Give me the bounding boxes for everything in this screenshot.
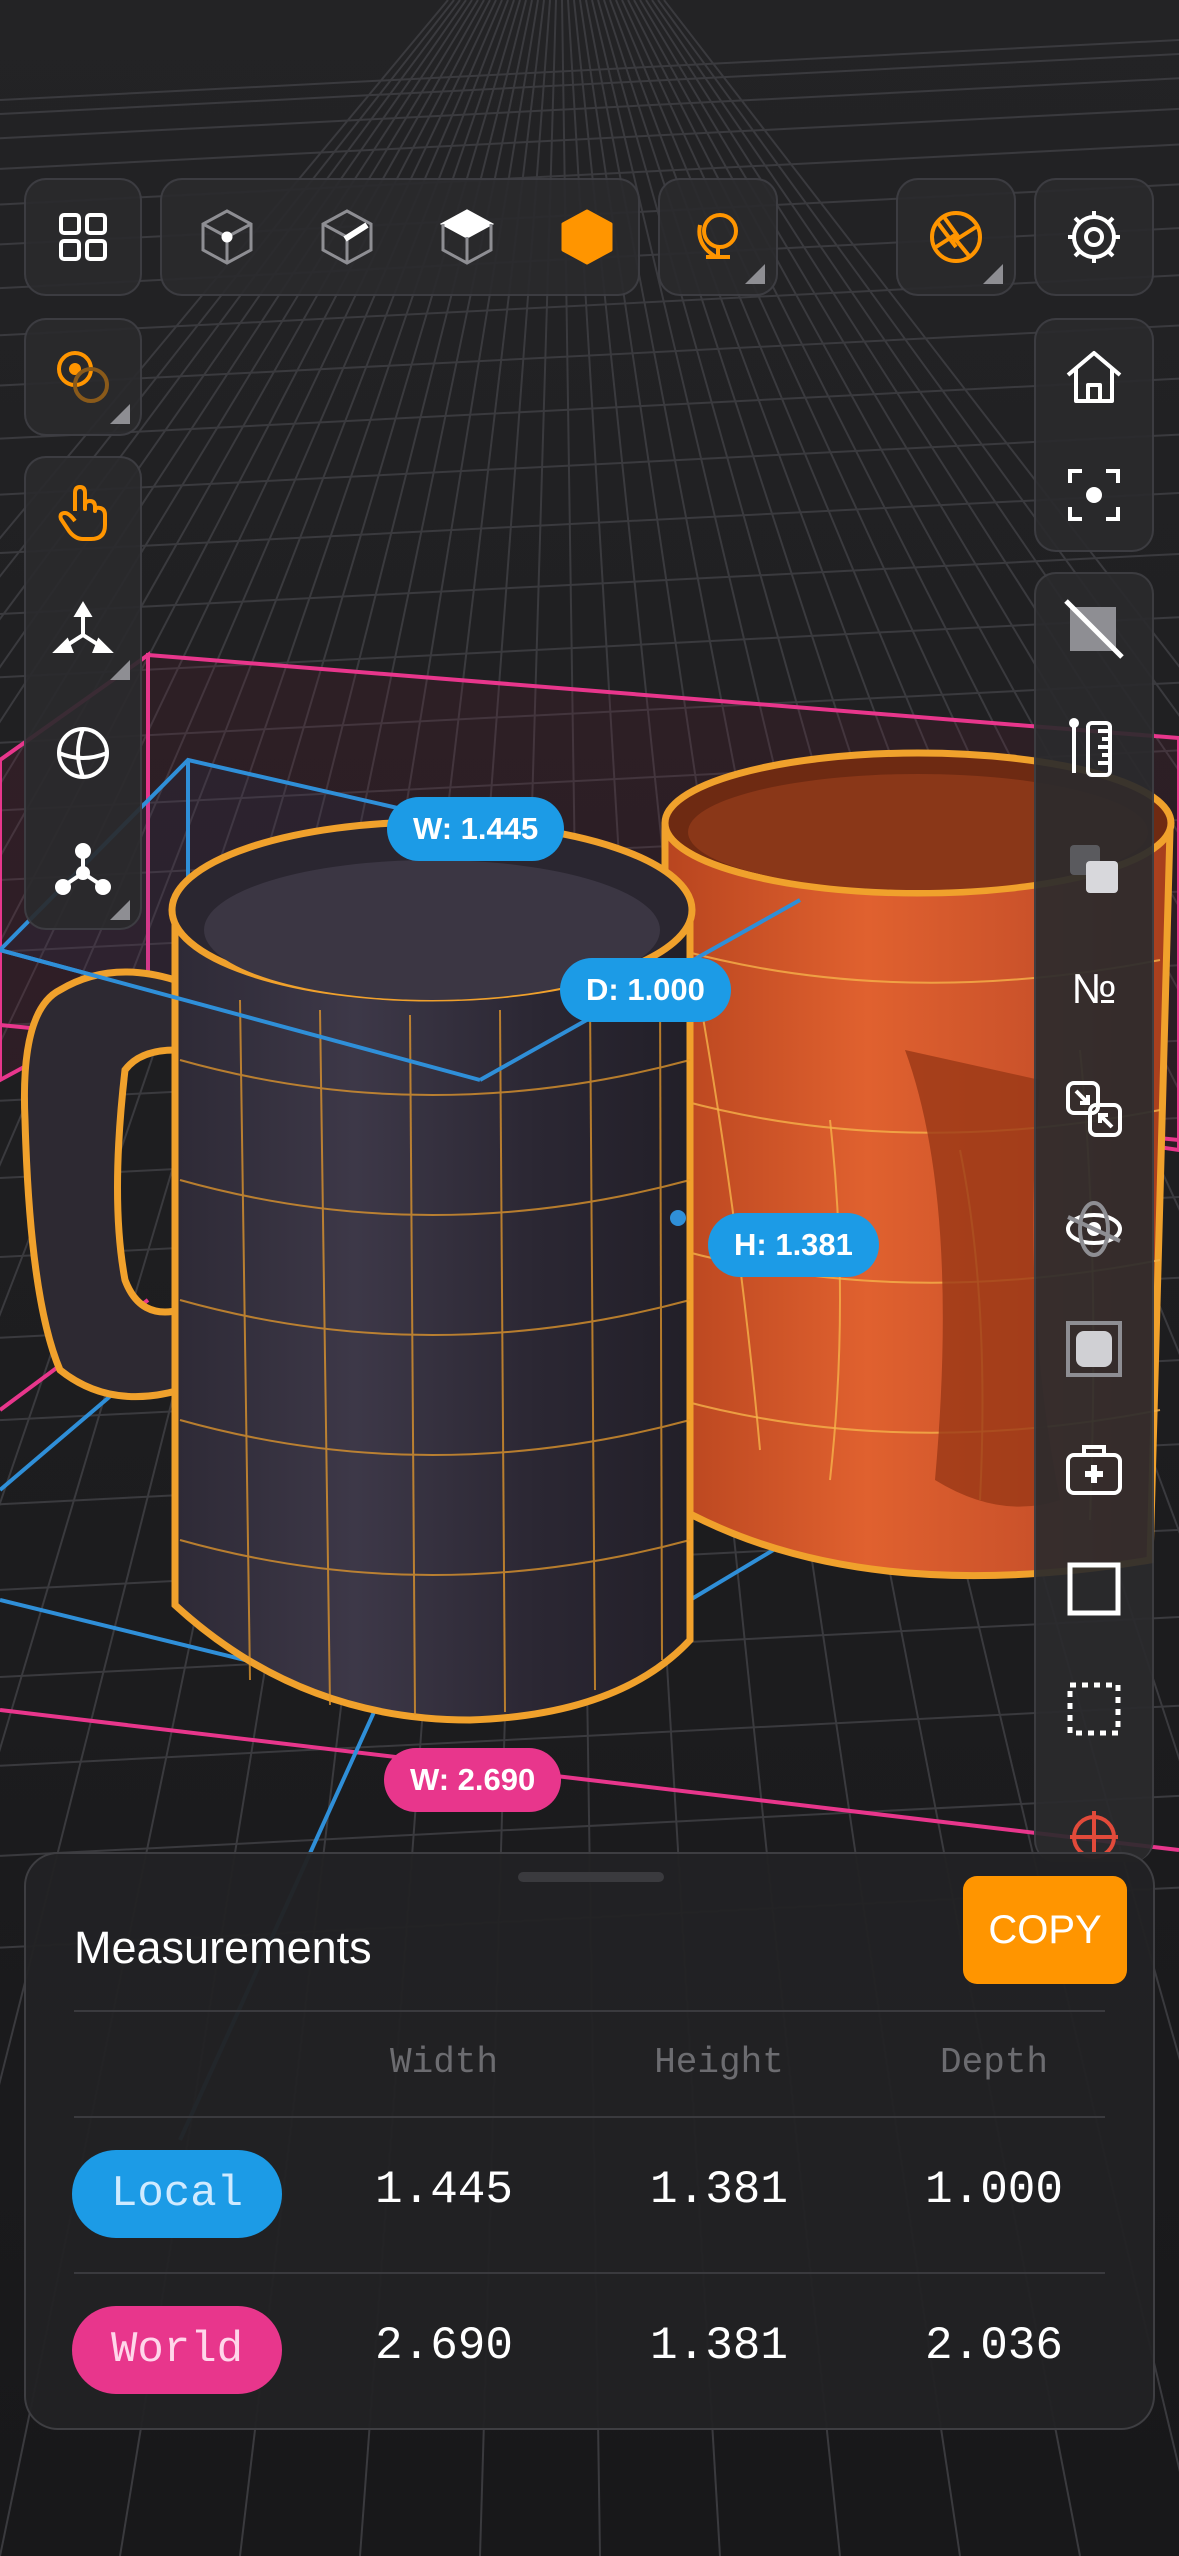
- local-depth-label: D: 1.000: [560, 958, 731, 1022]
- vertex-mode-button[interactable]: [172, 182, 282, 292]
- box-select-button[interactable]: [1039, 1534, 1149, 1644]
- toolbox-button[interactable]: [1039, 1414, 1149, 1524]
- edge-mode-button[interactable]: [292, 182, 402, 292]
- home-icon: [1066, 351, 1122, 403]
- grid-menu-button[interactable]: [28, 182, 138, 292]
- dotted-select-icon: [1067, 1682, 1121, 1736]
- duplicate-icon: [1070, 845, 1118, 893]
- submenu-indicator: [110, 900, 130, 920]
- face-mode-icon: [439, 209, 495, 265]
- grid-menu-panel: [24, 178, 142, 296]
- orbit-panel: [658, 178, 778, 296]
- edge-mode-icon: [321, 209, 373, 265]
- scale-arrows-button[interactable]: [1039, 1054, 1149, 1164]
- column-header-depth: Depth: [939, 2042, 1049, 2083]
- scale-arrows-icon: [1066, 1081, 1122, 1137]
- orbit-pivot-icon: [697, 213, 738, 259]
- svg-text:№: №: [1071, 965, 1116, 1012]
- move-gizmo-icon: [52, 601, 114, 653]
- face-mode-button[interactable]: [412, 182, 522, 292]
- divider: [74, 2010, 1105, 2012]
- local-width-value: 1.445: [374, 2164, 514, 2216]
- transform-gizmo-button[interactable]: [28, 818, 138, 928]
- local-height-label: H: 1.381: [708, 1213, 879, 1277]
- settings-button[interactable]: [1039, 182, 1149, 292]
- height-handle: [670, 1210, 686, 1226]
- world-row-badge[interactable]: World: [72, 2306, 282, 2394]
- measure-ruler-icon: [1069, 718, 1112, 777]
- copy-button[interactable]: COPY: [963, 1876, 1127, 1984]
- hide-overlay-icon: [1064, 599, 1124, 659]
- camera-lens-icon: [930, 211, 982, 263]
- object-mode-icon: [561, 209, 613, 265]
- world-width-label: W: 2.690: [384, 1748, 562, 1812]
- focus-frame-icon: [1068, 469, 1120, 521]
- sheet-title: Measurements: [74, 1922, 372, 1973]
- divider: [74, 2116, 1105, 2118]
- submenu-indicator: [745, 264, 765, 284]
- column-header-height: Height: [654, 2042, 784, 2083]
- move-gizmo-button[interactable]: [28, 578, 138, 688]
- settings-icon: [1068, 211, 1120, 263]
- home-button[interactable]: [1039, 322, 1149, 432]
- local-width-label: W: 1.445: [387, 797, 565, 861]
- transform-tools-panel: [24, 456, 142, 930]
- sheet-grabber[interactable]: [518, 1872, 664, 1882]
- duplicate-button[interactable]: [1039, 814, 1149, 924]
- rotate-gizmo-icon: [57, 727, 109, 779]
- pivot-panel: [24, 318, 142, 436]
- local-height-value: 1.381: [649, 2164, 789, 2216]
- dotted-select-button[interactable]: [1039, 1654, 1149, 1764]
- local-row-badge[interactable]: Local: [72, 2150, 282, 2238]
- pivot-point-icon: [57, 351, 109, 403]
- measurements-sheet: Measurements COPY Width Height Depth Loc…: [24, 1852, 1155, 2430]
- object-mode-button[interactable]: [532, 182, 642, 292]
- tools-panel: №: [1034, 572, 1154, 1862]
- transform-gizmo-icon: [55, 843, 111, 895]
- world-height-value: 1.381: [649, 2320, 789, 2372]
- touch-select-icon: [58, 485, 107, 541]
- world-depth-value: 2.036: [924, 2320, 1064, 2372]
- focus-frame-button[interactable]: [1039, 440, 1149, 550]
- world-width-value: 2.690: [374, 2320, 514, 2372]
- touch-select-button[interactable]: [28, 458, 138, 568]
- submenu-indicator: [983, 264, 1003, 284]
- selection-mode-panel: [160, 178, 640, 296]
- local-depth-value: 1.000: [924, 2164, 1064, 2216]
- view-orbit-icon: [1066, 1201, 1122, 1257]
- submenu-indicator: [110, 404, 130, 424]
- view-orbit-button[interactable]: [1039, 1174, 1149, 1284]
- number-button[interactable]: №: [1039, 934, 1149, 1044]
- divider: [74, 2272, 1105, 2274]
- material-button[interactable]: [1039, 1294, 1149, 1404]
- hide-overlay-button[interactable]: [1039, 574, 1149, 684]
- view-panel: [1034, 318, 1154, 552]
- toolbox-icon: [1066, 1445, 1122, 1495]
- column-header-width: Width: [389, 2042, 499, 2083]
- box-select-icon: [1067, 1562, 1121, 1616]
- pivot-point-button[interactable]: [28, 322, 138, 432]
- number-icon: №: [1071, 965, 1116, 1012]
- camera-panel: [896, 178, 1016, 296]
- material-icon: [1066, 1321, 1122, 1377]
- grid-icon: [59, 213, 107, 261]
- rotate-gizmo-button[interactable]: [28, 698, 138, 808]
- vertex-mode-icon: [201, 209, 253, 265]
- camera-lens-button[interactable]: [901, 182, 1011, 292]
- orbit-pivot-button[interactable]: [663, 182, 773, 292]
- submenu-indicator: [110, 660, 130, 680]
- settings-panel: [1034, 178, 1154, 296]
- measure-ruler-button[interactable]: [1039, 694, 1149, 804]
